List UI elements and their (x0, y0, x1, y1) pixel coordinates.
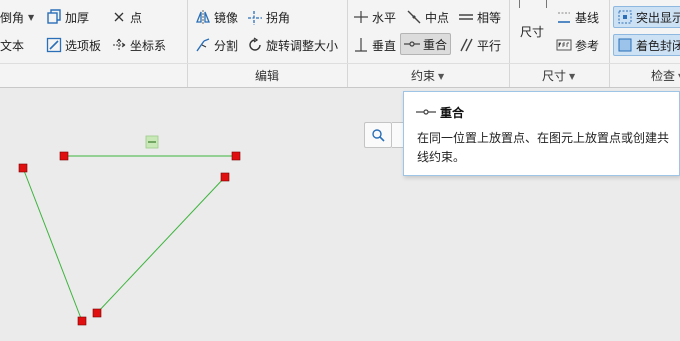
highlight-open-ends-icon (617, 9, 633, 25)
vertex-point[interactable] (220, 172, 230, 182)
horizontal-label: 水平 (372, 10, 397, 25)
chamfer-label: 倒角 (0, 10, 25, 25)
vertex-point[interactable] (59, 151, 69, 161)
divide-icon (195, 37, 211, 53)
corner-label: 拐角 (266, 10, 291, 25)
equal-label: 相等 (477, 10, 502, 25)
inspect-group-label[interactable]: 检查▼ (651, 67, 680, 84)
midpoint-icon (406, 9, 422, 25)
parallel-label: 平行 (477, 38, 502, 53)
baseline-button[interactable]: 基线 (556, 6, 599, 28)
chevron-down-icon[interactable]: ▼ (569, 72, 575, 81)
mirror-icon (195, 9, 211, 25)
text-label: 文本 (0, 38, 25, 53)
horizontal-icon (353, 9, 369, 25)
coordinate-system-icon (111, 37, 127, 53)
vertex-point[interactable] (18, 163, 28, 173)
vertex-point[interactable] (231, 151, 241, 161)
palette-button[interactable]: 选项板 (46, 34, 101, 56)
coincident-label: 重合 (423, 37, 448, 52)
point-button[interactable]: 点 (111, 6, 142, 28)
edit-group-label: 编辑 (255, 69, 280, 83)
rotate-resize-label: 旋转调整大小 (266, 38, 339, 53)
vertex-point[interactable] (77, 316, 87, 326)
dimension-group-label[interactable]: 尺寸 ▼ (542, 67, 575, 84)
rotate-icon (247, 37, 263, 53)
vertical-icon (353, 37, 369, 53)
tooltip-title: 重合 (440, 106, 465, 120)
midpoint-label: 中点 (425, 10, 450, 25)
shade-closed-loops-icon (617, 37, 633, 53)
chevron-down-icon[interactable]: ▼ (28, 13, 34, 22)
reference-button[interactable]: 参考 (556, 34, 599, 56)
parallel-constraint-button[interactable]: 平行 (458, 34, 501, 56)
thicken-label: 加厚 (65, 10, 90, 25)
mirror-label: 镜像 (214, 10, 239, 25)
thicken-button[interactable]: 加厚 (46, 6, 89, 28)
search-icon (371, 128, 385, 145)
rotate-resize-button[interactable]: 旋转调整大小 (247, 34, 338, 56)
thicken-icon (46, 9, 62, 25)
reference-icon (556, 37, 572, 53)
corner-icon (247, 9, 263, 25)
coincident-icon (404, 36, 420, 52)
chevron-down-icon[interactable]: ▼ (438, 72, 444, 81)
baseline-icon (556, 9, 572, 25)
sketch-line-right[interactable] (96, 176, 226, 314)
corner-button[interactable]: 拐角 (247, 6, 290, 28)
baseline-label: 基线 (575, 10, 600, 25)
vertical-constraint-button[interactable]: 垂直 (353, 34, 396, 56)
point-label: 点 (130, 10, 143, 25)
sketch-line-left[interactable] (22, 167, 83, 322)
point-icon (111, 9, 127, 25)
ribbon-group-labels-strip (0, 63, 680, 87)
chamfer-button[interactable]: 倒角 ▼ (0, 6, 34, 28)
coordinate-system-button[interactable]: 坐标系 (111, 34, 166, 56)
ribbon-toolbar: 倒角 ▼ 加厚 点 文本 选项板 坐标系 镜像 拐角 分割 旋转调整大小 水平 … (0, 0, 680, 88)
dimension-label: 尺寸 (520, 24, 545, 39)
dimension-icon-line (519, 0, 520, 8)
divide-button[interactable]: 分割 (195, 34, 238, 56)
palette-icon (46, 37, 62, 53)
find-button[interactable] (364, 122, 392, 148)
horizontal-constraint-button[interactable]: 水平 (353, 6, 396, 28)
divide-label: 分割 (214, 38, 239, 53)
dimension-icon-line (546, 0, 547, 8)
vertex-point[interactable] (92, 308, 102, 318)
text-button[interactable]: 文本 (0, 34, 24, 56)
highlight-open-ends-button[interactable]: 突出显示 (613, 6, 680, 28)
coordinate-system-label: 坐标系 (130, 38, 167, 53)
equal-icon (458, 9, 474, 25)
mirror-button[interactable]: 镜像 (195, 6, 238, 28)
tooltip-description: 在同一位置上放置点、在图元上放置点或创建共线约束。 (417, 131, 670, 164)
shade-closed-loops-button[interactable]: 着色封闭 (613, 34, 680, 56)
vertical-label: 垂直 (372, 38, 397, 53)
midpoint-constraint-button[interactable]: 中点 (406, 6, 449, 28)
parallel-icon (458, 37, 474, 53)
dimension-button[interactable]: 尺寸 (520, 20, 544, 42)
reference-label: 参考 (575, 38, 600, 53)
shade-closed-loops-label: 着色封闭 (636, 38, 680, 53)
coincident-constraint-button[interactable]: 重合 (400, 33, 452, 55)
coincident-tooltip: 重合 在同一位置上放置点、在图元上放置点或创建共线约束。 (403, 91, 680, 176)
highlight-open-ends-label: 突出显示 (636, 10, 680, 25)
constraint-group-label[interactable]: 约束 ▼ (411, 67, 444, 84)
palette-label: 选项板 (65, 38, 102, 53)
equal-constraint-button[interactable]: 相等 (458, 6, 501, 28)
coincident-icon (416, 106, 436, 116)
